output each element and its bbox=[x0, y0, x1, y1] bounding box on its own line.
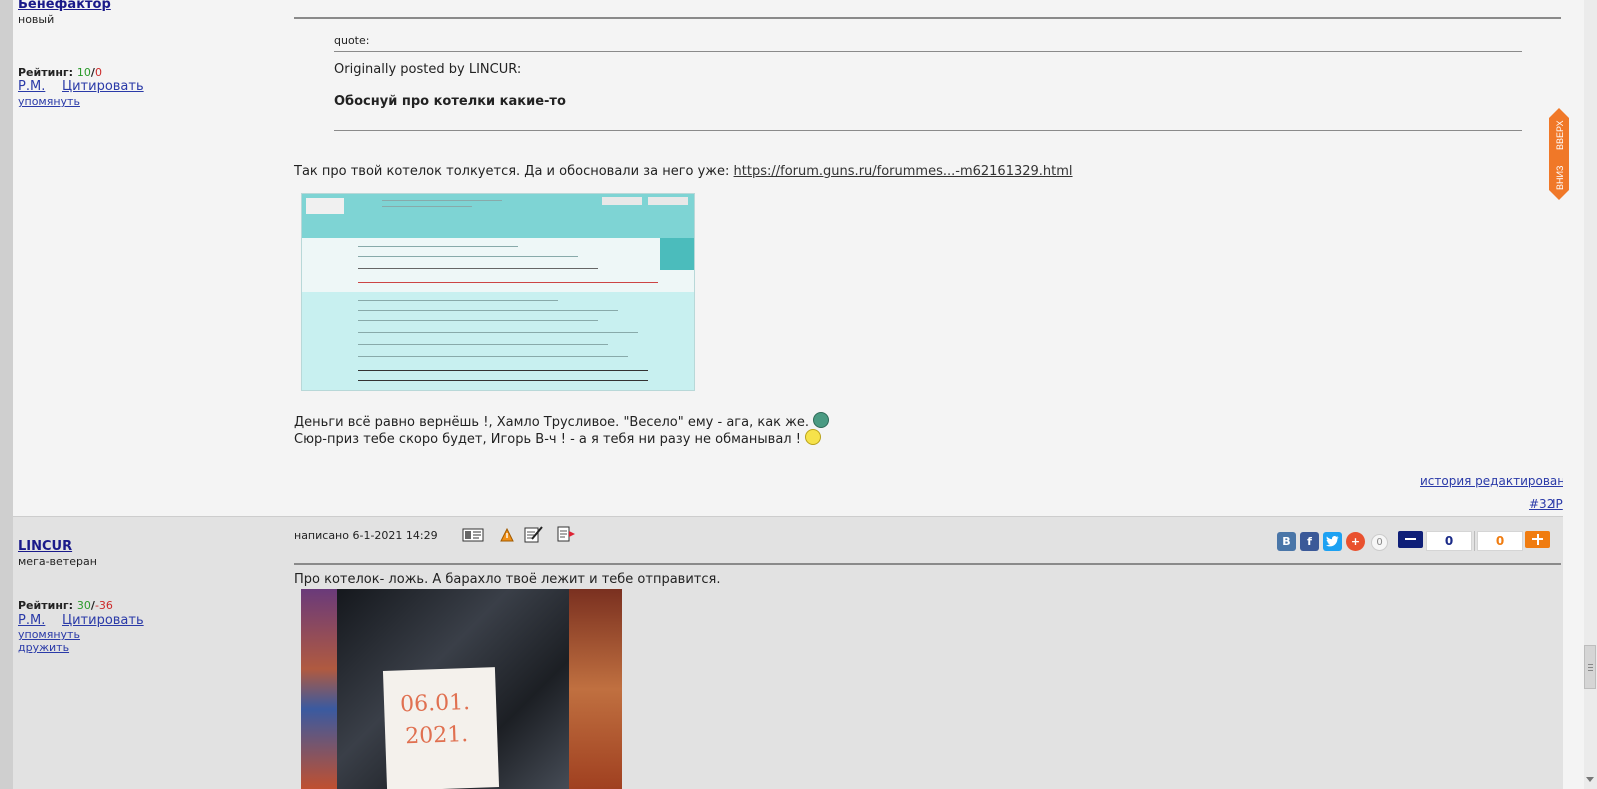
post-author-username[interactable]: LINCUR bbox=[18, 539, 72, 554]
post-divider bbox=[294, 17, 1561, 19]
quote-text: Обоснуй про котелки какие-то bbox=[334, 94, 566, 109]
post-33 bbox=[13, 517, 1563, 789]
shot-ad bbox=[660, 238, 694, 270]
shot-button bbox=[602, 197, 642, 205]
grin-smiley-icon bbox=[813, 412, 830, 428]
shot-line bbox=[382, 206, 472, 207]
quote-header: quote: bbox=[334, 34, 370, 47]
shot-line bbox=[358, 344, 608, 345]
quote-origin: Originally posted by LINCUR: bbox=[334, 62, 522, 77]
vote-plus-button[interactable] bbox=[1525, 531, 1550, 548]
quote-link[interactable]: Цитировать bbox=[62, 79, 144, 94]
post-body-text: Про котелок- ложь. А барахло твоё лежит … bbox=[294, 572, 721, 587]
shot-line bbox=[358, 300, 558, 301]
ip-link[interactable]: IP bbox=[1552, 497, 1563, 511]
vote-minus-button[interactable] bbox=[1398, 531, 1423, 548]
scrollbar-thumb[interactable] bbox=[1584, 645, 1596, 689]
shot-line bbox=[358, 268, 598, 269]
scroll-down-arrow-icon[interactable] bbox=[1586, 777, 1594, 782]
post-body-text: Так про твой котелок толкуется. Да и обо… bbox=[294, 164, 1073, 179]
shot-logo bbox=[306, 198, 344, 214]
shot-line bbox=[358, 320, 598, 321]
photo-note-date: 06.01. bbox=[399, 689, 471, 718]
author-rating: Рейтинг: 30/-36 bbox=[18, 599, 113, 612]
vote-plus-count: 0 bbox=[1477, 531, 1523, 551]
shot-line bbox=[358, 256, 578, 257]
body-link[interactable]: https://forum.guns.ru/forummes...-m62161… bbox=[734, 164, 1073, 179]
twitter-bird-icon bbox=[1326, 536, 1339, 547]
rating-label: Рейтинг: bbox=[18, 599, 74, 612]
shot-line bbox=[358, 356, 628, 357]
body-text-line: Так про твой котелок толкуется. Да и обо… bbox=[294, 164, 730, 179]
shot-line bbox=[358, 310, 618, 311]
shot-line bbox=[358, 370, 648, 371]
shot-line bbox=[358, 332, 638, 333]
shot-line bbox=[358, 380, 648, 381]
left-edge bbox=[0, 0, 13, 789]
post-divider bbox=[294, 563, 1561, 565]
minus-icon bbox=[1405, 538, 1416, 540]
mention-link[interactable]: упомянуть bbox=[18, 628, 80, 641]
photo-carpet-right bbox=[569, 589, 622, 789]
friend-link[interactable]: дружить bbox=[18, 641, 69, 654]
shot-post-b bbox=[302, 292, 694, 390]
post-author-username[interactable]: Бенефактор bbox=[18, 0, 111, 12]
post-body-line-3: Сюр-приз тебе скоро будет, Игорь В-ч ! -… bbox=[294, 429, 822, 447]
shot-line bbox=[382, 200, 502, 201]
delete-post-icon[interactable] bbox=[557, 526, 577, 542]
post-author-status: мега-ветеран bbox=[18, 555, 97, 568]
rating-positive: 10 bbox=[76, 66, 91, 79]
edit-post-icon[interactable] bbox=[524, 525, 544, 543]
photo-note-year: 2021. bbox=[404, 722, 469, 750]
quote-top-rule bbox=[334, 51, 1522, 52]
scroll-down-button[interactable]: ВНИЗ bbox=[1549, 154, 1569, 200]
share-counter: 0 bbox=[1371, 534, 1388, 551]
shot-line bbox=[358, 246, 518, 247]
attached-photo[interactable]: 06.01. 2021. bbox=[301, 589, 622, 789]
photo-carpet-left bbox=[301, 589, 337, 789]
quote-link[interactable]: Цитировать bbox=[62, 613, 144, 628]
rating-negative: 0 bbox=[94, 66, 102, 79]
profile-card-icon[interactable] bbox=[462, 528, 484, 542]
post-body-line-2: Деньги всё равно вернёшь !, Хамло Трусли… bbox=[294, 412, 830, 430]
smile-smiley-icon bbox=[805, 429, 822, 445]
edit-history-link[interactable]: история редактирования bbox=[1420, 474, 1580, 488]
scroll-up-button[interactable]: ВВЕРХ bbox=[1549, 108, 1569, 154]
shot-button bbox=[648, 197, 688, 205]
vote-divider bbox=[1474, 531, 1475, 551]
vote-minus-count: 0 bbox=[1426, 531, 1472, 551]
plus-icon-v bbox=[1536, 533, 1539, 545]
quote-bottom-rule bbox=[334, 130, 1522, 131]
rating-negative: -36 bbox=[94, 599, 113, 612]
report-warning-icon[interactable] bbox=[500, 528, 514, 542]
shot-line bbox=[358, 282, 658, 283]
photo-paper-note: 06.01. 2021. bbox=[382, 667, 500, 789]
rating-label: Рейтинг: bbox=[18, 66, 74, 79]
facebook-share-button[interactable]: f bbox=[1300, 532, 1319, 551]
body-text-line: Деньги всё равно вернёшь !, Хамло Трусли… bbox=[294, 415, 809, 430]
pm-link[interactable]: Р.М. bbox=[18, 613, 45, 628]
vk-share-button[interactable]: В bbox=[1277, 532, 1296, 551]
post-number-link[interactable]: #32 bbox=[1529, 497, 1554, 511]
author-rating: Рейтинг: 10/0 bbox=[18, 66, 102, 79]
embedded-forum-screenshot[interactable] bbox=[301, 193, 695, 391]
body-text-line: Сюр-приз тебе скоро будет, Игорь В-ч ! -… bbox=[294, 432, 801, 447]
scroll-down-label: ВНИЗ bbox=[1555, 166, 1565, 190]
rating-positive: 30 bbox=[76, 599, 91, 612]
pm-link[interactable]: Р.М. bbox=[18, 79, 45, 94]
scroll-up-label: ВВЕРХ bbox=[1555, 120, 1565, 150]
mention-link[interactable]: упомянуть bbox=[18, 95, 80, 108]
twitter-share-button[interactable] bbox=[1323, 532, 1342, 551]
share-more-button[interactable]: + bbox=[1346, 532, 1365, 551]
post-author-status: новый bbox=[18, 13, 55, 26]
post-timestamp: написано 6-1-2021 14:29 bbox=[294, 529, 438, 542]
